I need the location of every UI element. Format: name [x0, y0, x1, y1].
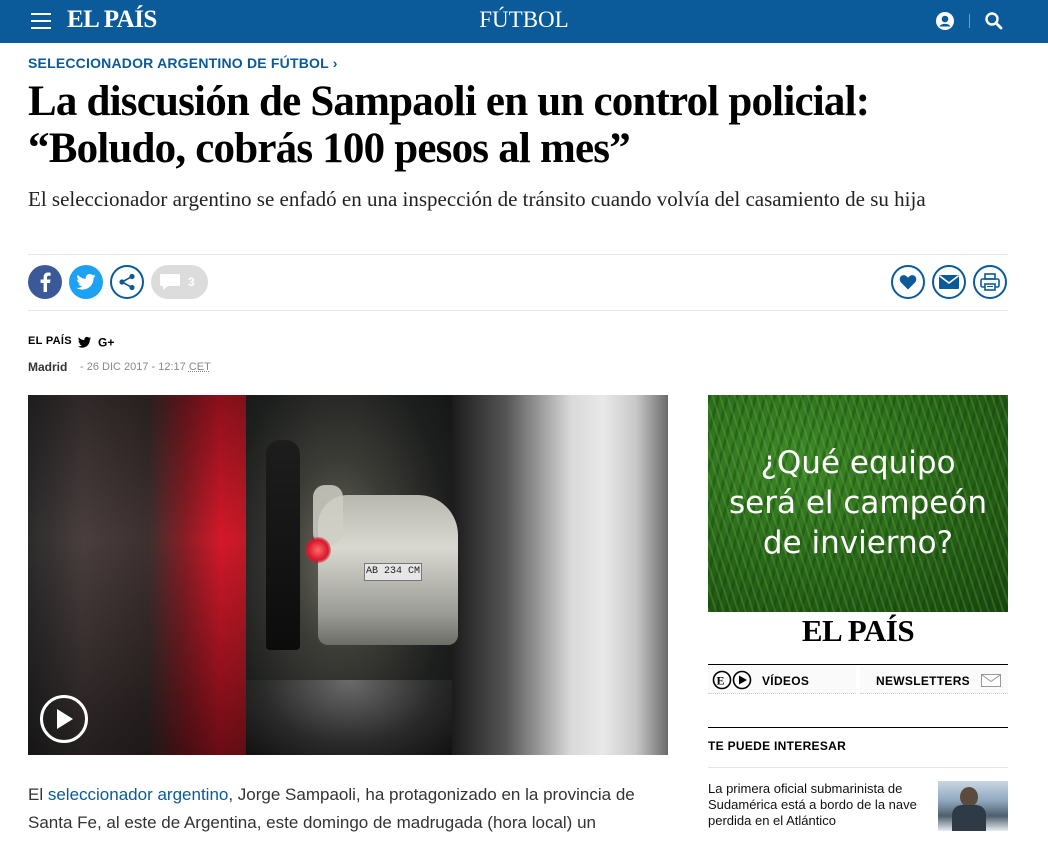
article-subtitle: El seleccionador argentino se enfadó en … — [28, 187, 926, 211]
svg-text:G+: G+ — [98, 336, 114, 350]
email-share-button[interactable] — [932, 265, 966, 299]
article-kicker[interactable]: SELECCIONADOR ARGENTINO DE FÚTBOL › — [28, 55, 338, 71]
heart-icon — [899, 275, 917, 290]
top-bar: EL PAÍS FÚTBOL — [0, 0, 1048, 43]
tab-newsletters[interactable]: NEWSLETTERS — [860, 666, 1008, 694]
menu-icon[interactable] — [31, 13, 51, 29]
twitter-icon — [76, 274, 96, 290]
ad-text: ¿Qué equipo será el campeón de invierno? — [708, 443, 1008, 563]
envelope-icon — [981, 674, 1001, 687]
ad-logo[interactable]: EL PAÍS — [708, 613, 1008, 649]
video-frame-right — [452, 395, 668, 755]
share-icon — [119, 273, 135, 291]
header-divider — [969, 14, 970, 28]
body-text-start: El — [28, 785, 48, 804]
search-icon[interactable] — [984, 11, 1004, 31]
video-tail-light — [305, 537, 331, 563]
twitter-icon[interactable] — [78, 336, 91, 348]
section-title[interactable]: FÚTBOL — [479, 7, 568, 32]
print-button[interactable] — [973, 265, 1007, 299]
video-person-background — [313, 485, 343, 545]
play-button[interactable] — [40, 695, 88, 743]
facebook-icon — [40, 272, 51, 292]
video-person — [266, 440, 300, 650]
comments-count: 3 — [188, 275, 195, 289]
user-icon[interactable] — [935, 11, 955, 31]
related-section-title: TE PUEDE INTERESAR — [708, 739, 847, 753]
publish-date-text: - 26 DIC 2017 - 12:17 — [80, 361, 189, 373]
video-license-plate: AB 234 CM — [364, 563, 422, 581]
comment-icon — [160, 274, 180, 290]
article-body: El seleccionador argentino, Jorge Sampao… — [28, 781, 668, 837]
body-link-seleccionador[interactable]: seleccionador argentino — [48, 785, 229, 804]
publish-date: - 26 DIC 2017 - 12:17 CET — [80, 361, 211, 373]
ad-line: ¿Qué equipo — [760, 445, 956, 481]
video-player[interactable]: AB 234 CM — [28, 395, 668, 755]
tab-newsletters-label: NEWSLETTERS — [876, 674, 970, 688]
timezone: CET — [188, 361, 211, 373]
tab-videos[interactable]: E VÍDEOS — [708, 666, 856, 694]
play-icon — [57, 709, 73, 729]
author-social-icons: G+ — [78, 336, 114, 350]
twitter-share-button[interactable] — [69, 265, 103, 299]
related-story[interactable]: La primera oficial submarinista de Sudam… — [708, 781, 1008, 833]
video-car-hood — [246, 680, 452, 755]
ad-line: será el campeón — [729, 485, 987, 521]
article-headline: La discusión de Sampaoli en un control p… — [28, 78, 870, 172]
comments-button[interactable]: 3 — [151, 265, 208, 299]
svg-text:E: E — [717, 674, 725, 688]
print-icon — [980, 273, 1000, 291]
related-story-thumbnail[interactable] — [938, 781, 1008, 831]
tab-videos-label: VÍDEOS — [762, 674, 810, 688]
google-plus-icon[interactable]: G+ — [98, 336, 114, 350]
el-pais-video-icon: E — [712, 670, 752, 690]
related-story-title[interactable]: La primera oficial submarinista de Sudam… — [708, 781, 930, 829]
author-name[interactable]: EL PAÍS — [28, 335, 72, 347]
dateline-place: Madrid — [28, 360, 68, 374]
divider — [708, 664, 1008, 665]
divider — [28, 254, 1008, 255]
advertisement-banner[interactable]: ¿Qué equipo será el campeón de invierno? — [708, 395, 1008, 612]
facebook-share-button[interactable] — [28, 265, 62, 299]
save-favorite-button[interactable] — [891, 265, 925, 299]
mail-icon — [939, 275, 959, 289]
divider — [708, 727, 1008, 728]
share-button[interactable] — [110, 265, 144, 299]
divider — [708, 767, 1008, 768]
ad-line: de invierno? — [762, 525, 954, 561]
divider — [28, 310, 1008, 311]
site-logo[interactable]: EL PAÍS — [67, 6, 157, 34]
